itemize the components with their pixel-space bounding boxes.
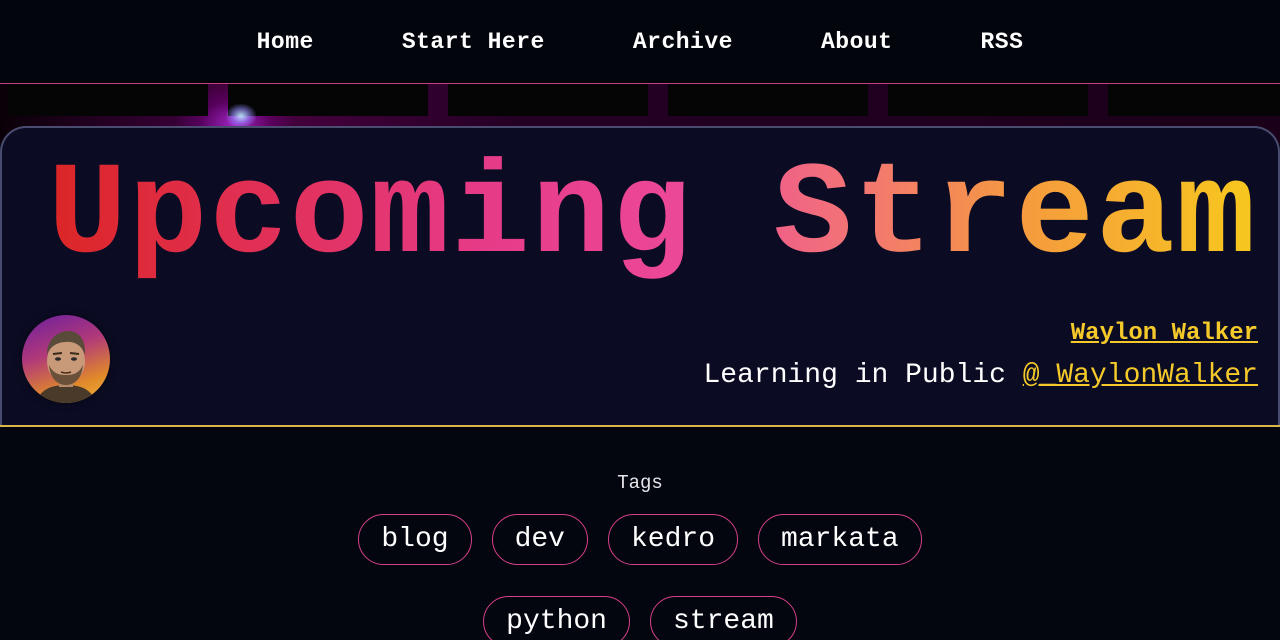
twitter-handle-link[interactable]: @_WaylonWalker xyxy=(1023,360,1258,391)
tag-markata[interactable]: markata xyxy=(758,514,922,565)
tag-kedro[interactable]: kedro xyxy=(608,514,739,565)
tag-list-row-1: blog dev kedro markata xyxy=(0,514,1280,565)
author-tagline: Learning in Public @_WaylonWalker xyxy=(703,360,1258,391)
nav-start-here[interactable]: Start Here xyxy=(402,29,545,55)
page: Home Start Here Archive About RSS Upcomi… xyxy=(0,0,1280,640)
hero-divider xyxy=(0,425,1280,427)
tag-stream[interactable]: stream xyxy=(650,596,797,640)
tagline-text: Learning in Public xyxy=(703,360,1023,391)
avatar-portrait-icon xyxy=(36,331,96,403)
nav-home[interactable]: Home xyxy=(257,29,314,55)
top-nav: Home Start Here Archive About RSS xyxy=(0,0,1280,84)
tag-blog[interactable]: blog xyxy=(358,514,472,565)
author-name-link[interactable]: Waylon Walker xyxy=(1071,320,1258,347)
tag-list-row-2: python stream xyxy=(0,596,1280,640)
tag-python[interactable]: python xyxy=(483,596,630,640)
tag-dev[interactable]: dev xyxy=(491,514,588,565)
author-avatar[interactable] xyxy=(22,315,110,403)
nav-archive[interactable]: Archive xyxy=(633,29,733,55)
nav-rss[interactable]: RSS xyxy=(980,29,1023,55)
nav-about[interactable]: About xyxy=(821,29,893,55)
page-title: Upcoming Stream xyxy=(48,143,1258,291)
tags-heading: Tags xyxy=(617,472,663,494)
